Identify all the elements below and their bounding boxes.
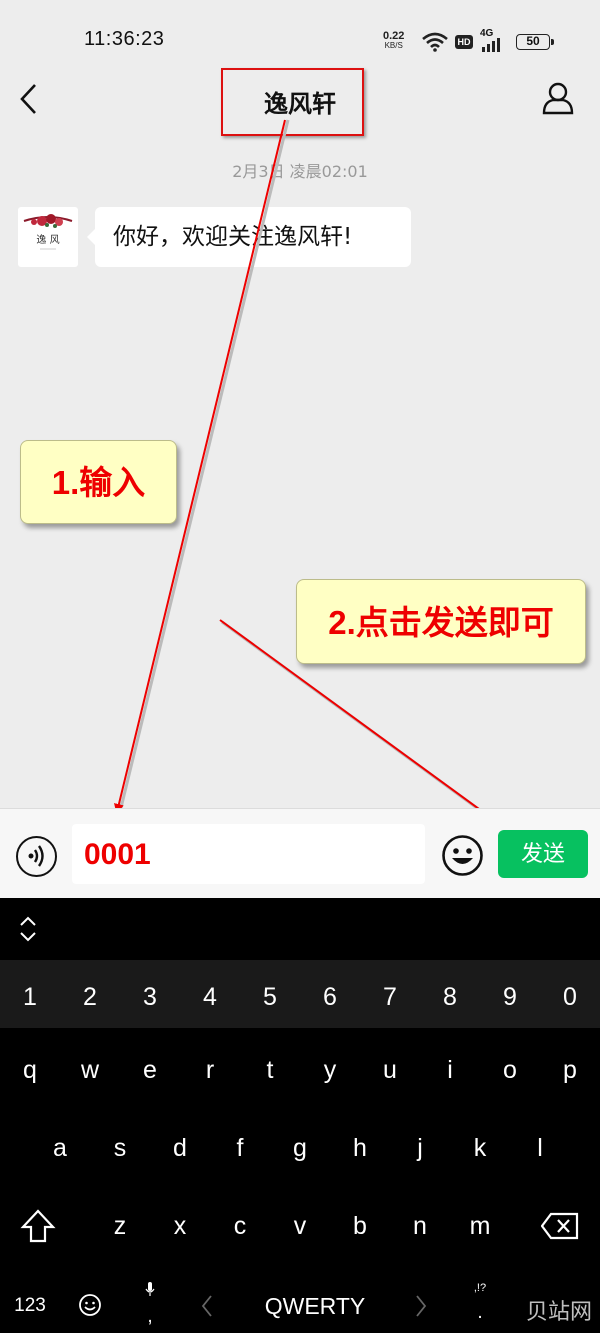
key-g[interactable]: g: [270, 1134, 330, 1163]
step2-callout: 2.点击发送即可: [296, 579, 586, 664]
mode-123-key[interactable]: 123: [0, 1295, 60, 1317]
key-f[interactable]: f: [210, 1134, 270, 1163]
key-p[interactable]: p: [540, 1056, 600, 1085]
key-y[interactable]: y: [300, 1056, 360, 1085]
key-m[interactable]: m: [450, 1212, 510, 1241]
key-v[interactable]: v: [270, 1212, 330, 1241]
key-r[interactable]: r: [180, 1056, 240, 1085]
key-h[interactable]: h: [330, 1134, 390, 1163]
key-j[interactable]: j: [390, 1134, 450, 1163]
key-n[interactable]: n: [390, 1212, 450, 1241]
key-1[interactable]: 1: [0, 983, 60, 1012]
key-z[interactable]: z: [90, 1212, 150, 1241]
voice-icon[interactable]: [16, 836, 57, 877]
space-bar[interactable]: QWERTY: [215, 1293, 415, 1320]
cursor-left-icon[interactable]: [200, 1294, 214, 1318]
key-c[interactable]: c: [210, 1212, 270, 1241]
key-9[interactable]: 9: [480, 983, 540, 1012]
punct-hint: ,!?: [473, 1282, 487, 1294]
key-a[interactable]: a: [30, 1134, 90, 1163]
key-4[interactable]: 4: [180, 983, 240, 1012]
microphone-icon[interactable]: [145, 1281, 155, 1297]
key-0[interactable]: 0: [540, 983, 600, 1012]
key-x[interactable]: x: [150, 1212, 210, 1241]
key-o[interactable]: o: [480, 1056, 540, 1085]
key-d[interactable]: d: [150, 1134, 210, 1163]
key-2[interactable]: 2: [60, 983, 120, 1012]
key-q[interactable]: q: [0, 1056, 60, 1085]
key-t[interactable]: t: [240, 1056, 300, 1085]
key-3[interactable]: 3: [120, 983, 180, 1012]
key-7[interactable]: 7: [360, 983, 420, 1012]
step1-callout: 1.输入: [20, 440, 177, 524]
period-key[interactable]: .: [470, 1302, 490, 1324]
key-k[interactable]: k: [450, 1134, 510, 1163]
emoji-key-icon[interactable]: [78, 1293, 102, 1317]
key-i[interactable]: i: [420, 1056, 480, 1085]
backspace-icon[interactable]: [541, 1212, 579, 1240]
key-e[interactable]: e: [120, 1056, 180, 1085]
watermark-text: 贝站网: [526, 1300, 593, 1325]
key-6[interactable]: 6: [300, 983, 360, 1012]
cursor-right-icon[interactable]: [414, 1294, 428, 1318]
key-u[interactable]: u: [360, 1056, 420, 1085]
message-input[interactable]: 0001: [72, 824, 425, 884]
key-b[interactable]: b: [330, 1212, 390, 1241]
comma-key[interactable]: ,: [140, 1306, 160, 1328]
keyboard-toggle-icon[interactable]: [18, 915, 38, 943]
key-w[interactable]: w: [60, 1056, 120, 1085]
key-5[interactable]: 5: [240, 983, 300, 1012]
key-s[interactable]: s: [90, 1134, 150, 1163]
key-l[interactable]: l: [510, 1134, 570, 1163]
smile-icon[interactable]: [441, 834, 484, 877]
send-button[interactable]: 发送: [498, 830, 588, 878]
shift-icon[interactable]: [20, 1208, 56, 1244]
key-8[interactable]: 8: [420, 983, 480, 1012]
